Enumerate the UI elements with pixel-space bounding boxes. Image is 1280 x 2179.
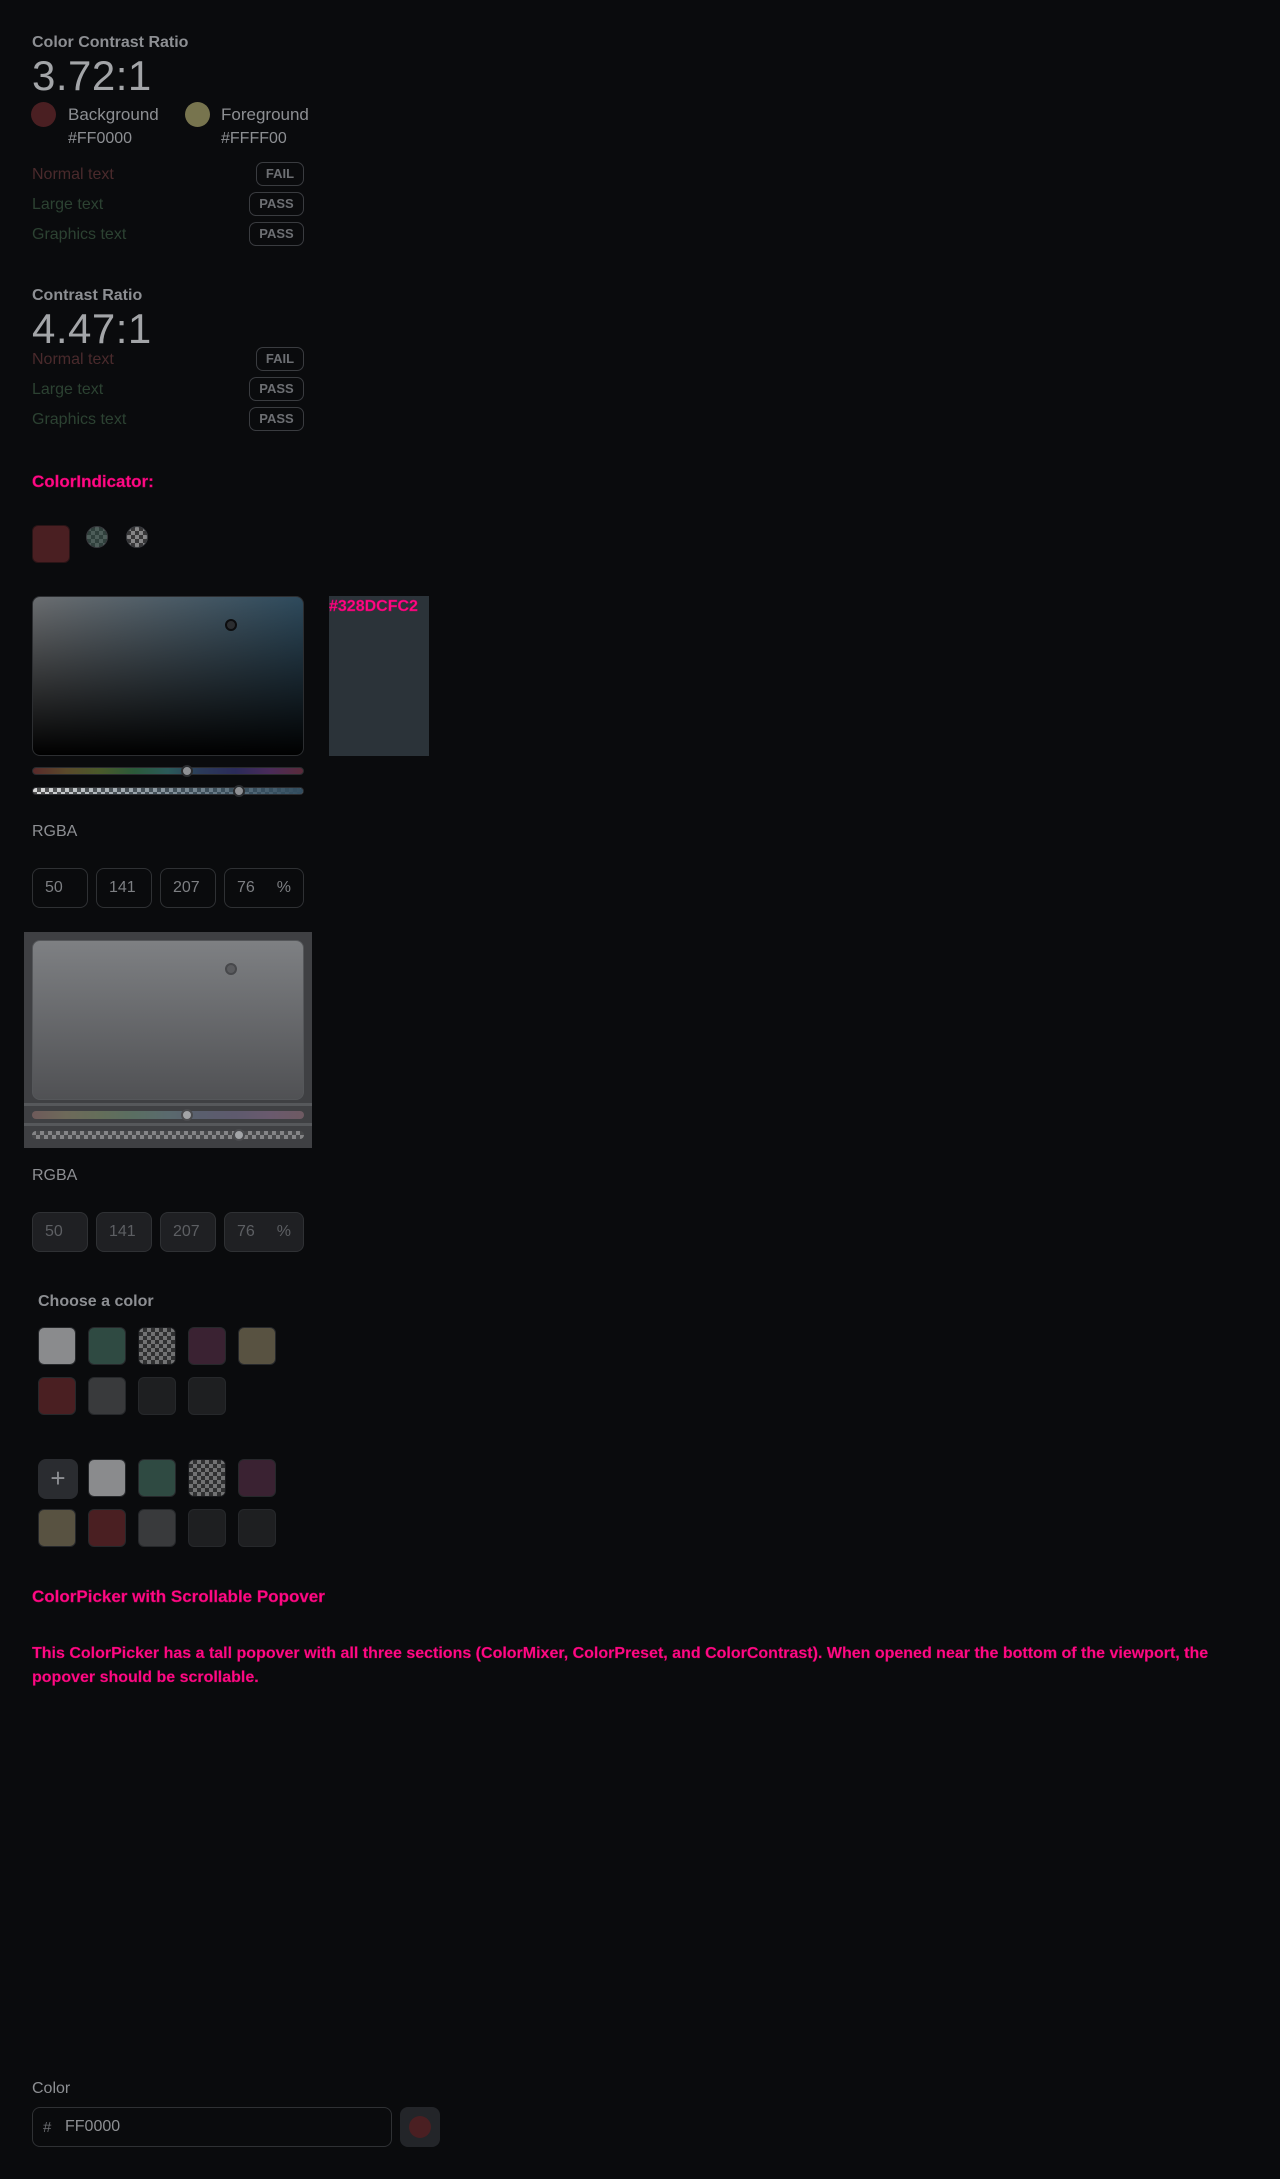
preset-swatch-transparent[interactable] (138, 1327, 176, 1365)
background-label: Background (68, 105, 159, 124)
color-indicator-swatch (32, 525, 70, 563)
preset-swatch[interactable] (138, 1459, 176, 1497)
scroll-section-description: This ColorPicker has a tall popover with… (32, 1645, 1209, 1686)
hex-label: #328DCFC2 (329, 598, 418, 615)
divider (24, 1103, 312, 1106)
alpha-unit: % (276, 1223, 291, 1240)
alpha-input[interactable]: 76 % (224, 868, 304, 908)
pass-badge: PASS (249, 222, 304, 246)
mode-label: RGBA (32, 823, 78, 840)
pass-badge: PASS (249, 192, 304, 216)
divider (24, 1123, 312, 1126)
alpha-thumb (233, 1129, 245, 1141)
preset-swatch[interactable] (38, 1509, 76, 1547)
fail-badge: FAIL (256, 347, 304, 371)
preset-swatch[interactable] (88, 1327, 126, 1365)
contrast-ratio: 3.72:1 (32, 52, 152, 99)
graphics-text-label: Graphics text (32, 411, 127, 428)
foreground-hex: #FFFF00 (221, 130, 287, 147)
red-input[interactable]: 50 (32, 868, 88, 908)
color-indicator-small-swatch (86, 526, 108, 548)
preset-swatch[interactable] (138, 1509, 176, 1547)
hue-thumb (181, 1109, 193, 1121)
preset-swatch[interactable] (188, 1377, 226, 1415)
foreground-label: Foreground (221, 105, 309, 124)
add-color-button[interactable]: + (38, 1459, 78, 1499)
saturation-area (32, 940, 304, 1100)
alpha-input: 76 % (224, 1212, 304, 1252)
foreground-swatch (185, 102, 210, 127)
hue-slider[interactable] (32, 767, 304, 775)
color-field-label: Color (32, 2080, 71, 2097)
color-hex-input[interactable]: # FF0000 (32, 2107, 392, 2147)
background-hex: #FF0000 (68, 130, 133, 147)
saturation-area[interactable] (32, 596, 304, 756)
alpha-value: 76 (237, 1223, 255, 1240)
hash-prefix: # (43, 2118, 52, 2136)
large-text-label: Large text (32, 196, 104, 213)
preset-swatch[interactable] (188, 1509, 226, 1547)
contrast-ratio: 4.47:1 (32, 305, 152, 352)
contrast-title: Contrast Ratio (32, 287, 143, 304)
background-swatch (31, 102, 56, 127)
color-preview (329, 596, 429, 756)
preset-title: Choose a color (38, 1293, 154, 1310)
hue-slider (32, 1111, 304, 1119)
alpha-slider[interactable] (32, 787, 304, 795)
color-indicator-transparent-swatch (126, 526, 148, 548)
color-swatch-icon (409, 2116, 431, 2138)
alpha-unit: % (276, 879, 291, 896)
preset-swatch[interactable] (88, 1377, 126, 1415)
saturation-thumb[interactable] (225, 619, 237, 631)
color-picker-trigger[interactable] (400, 2107, 440, 2147)
alpha-slider (32, 1131, 304, 1139)
graphics-text-label: Graphics text (32, 226, 127, 243)
green-input: 141 (96, 1212, 152, 1252)
green-input[interactable]: 141 (96, 868, 152, 908)
preset-swatch[interactable] (88, 1509, 126, 1547)
preset-swatch-transparent[interactable] (188, 1459, 226, 1497)
blue-input[interactable]: 207 (160, 868, 216, 908)
normal-text-label: Normal text (32, 166, 114, 183)
mode-label: RGBA (32, 1167, 78, 1184)
normal-text-label: Normal text (32, 351, 114, 368)
saturation-thumb (225, 963, 237, 975)
pass-badge: PASS (249, 377, 304, 401)
preset-swatch[interactable] (138, 1377, 176, 1415)
alpha-value: 76 (237, 879, 255, 896)
color-hex-value: FF0000 (65, 2118, 121, 2135)
fail-badge: FAIL (256, 162, 304, 186)
hue-thumb[interactable] (181, 765, 193, 777)
pass-badge: PASS (249, 407, 304, 431)
preset-swatch[interactable] (238, 1509, 276, 1547)
alpha-thumb[interactable] (233, 785, 245, 797)
preset-swatch[interactable] (38, 1327, 76, 1365)
red-input: 50 (32, 1212, 88, 1252)
large-text-label: Large text (32, 381, 104, 398)
scroll-section-heading: ColorPicker with Scrollable Popover (32, 1587, 325, 1606)
preset-swatch[interactable] (238, 1327, 276, 1365)
preset-swatch[interactable] (88, 1459, 126, 1497)
preset-swatch[interactable] (188, 1327, 226, 1365)
contrast-title: Color Contrast Ratio (32, 34, 189, 51)
preset-swatch[interactable] (238, 1459, 276, 1497)
color-indicator-heading: ColorIndicator: (32, 472, 154, 491)
blue-input: 207 (160, 1212, 216, 1252)
preset-swatch[interactable] (38, 1377, 76, 1415)
